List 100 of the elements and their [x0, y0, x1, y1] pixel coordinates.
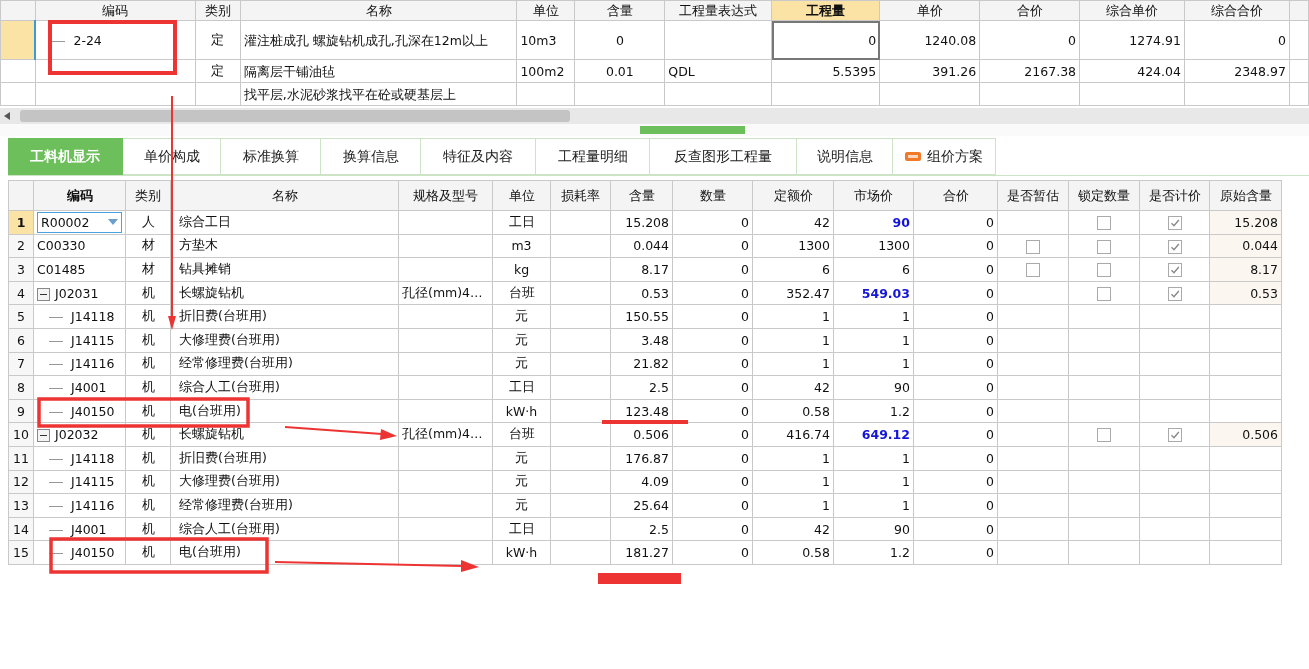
unit-cell: 工日 — [508, 520, 535, 536]
quantity-cell: 0 — [741, 474, 749, 490]
checkbox[interactable] — [1026, 263, 1040, 278]
checkbox[interactable] — [1167, 428, 1182, 443]
checkbox[interactable] — [1167, 286, 1182, 301]
checkbox[interactable] — [1167, 239, 1182, 254]
type-cell: 人 — [141, 213, 155, 229]
code-cell: J40150 — [71, 403, 115, 419]
tab[interactable]: 换算信息 — [321, 138, 421, 175]
name-cell: 综合工日 — [179, 213, 231, 229]
content-cell: 3.48 — [641, 332, 669, 348]
quantity-cell: 0 — [741, 332, 749, 348]
tab[interactable]: 组价方案 — [893, 138, 996, 175]
type-cell: 机 — [141, 308, 155, 324]
type-cell: 定 — [211, 62, 225, 78]
unit-cell: 元 — [515, 496, 528, 512]
checkbox[interactable] — [1097, 239, 1111, 254]
collapse-icon[interactable] — [37, 429, 50, 443]
content-cell: 21.82 — [633, 356, 669, 372]
name-cell: 灌注桩成孔 螺旋钻机成孔,孔深在12m以上 — [243, 32, 488, 48]
price-cell: 1240.08 — [924, 32, 977, 48]
market-price-cell: 1 — [902, 356, 910, 372]
code-cell: J14116 — [71, 497, 115, 513]
code-cell: J4001 — [71, 379, 107, 395]
name-cell: 折旧费(台班用) — [179, 449, 267, 465]
base-price-cell: 1300 — [798, 238, 830, 254]
scroll-left-icon[interactable] — [4, 112, 10, 120]
total-cell: 0 — [986, 262, 994, 277]
checkbox[interactable] — [1097, 428, 1111, 443]
content-cell: 2.5 — [649, 379, 669, 395]
content-cell: 181.27 — [625, 545, 669, 561]
row-indicator[interactable] — [0, 82, 36, 106]
column-header[interactable]: 名称 — [271, 187, 298, 203]
type-cell: 定 — [211, 31, 225, 47]
content-cell: 0.53 — [641, 285, 669, 301]
column-header[interactable]: 编码 — [102, 2, 129, 18]
total-cell: 0 — [986, 356, 994, 372]
unit-cell: kg — [513, 262, 530, 277]
spec-cell: 孔径(mm)4… — [402, 284, 483, 300]
column-header[interactable]: 名称 — [365, 2, 392, 18]
total-cell: 0 — [986, 379, 994, 395]
type-cell: 机 — [141, 331, 155, 347]
market-price-cell: 649.12 — [861, 427, 910, 443]
name-cell: 经常修理费(台班用) — [179, 496, 293, 512]
tab[interactable]: 特征及内容 — [421, 138, 536, 175]
name-cell: 长螺旋钻机 — [179, 284, 244, 300]
total-cell: 0 — [986, 403, 994, 419]
market-price-cell: 90 — [894, 521, 910, 537]
total-cell: 0 — [986, 285, 994, 301]
market-price-cell: 1 — [902, 332, 910, 348]
column-header[interactable]: 编码 — [66, 187, 93, 203]
unit-cell: 元 — [515, 331, 528, 347]
row-indicator[interactable] — [0, 20, 36, 60]
checkbox[interactable] — [1097, 216, 1111, 231]
type-cell: 机 — [141, 378, 155, 394]
quantity-cell: 0 — [741, 545, 749, 561]
checkbox[interactable] — [1097, 286, 1111, 301]
splitter-handle[interactable] — [640, 126, 745, 134]
name-cell: 大修理费(台班用) — [179, 473, 280, 489]
checkbox[interactable] — [1167, 263, 1182, 278]
market-price-cell: 1 — [902, 450, 910, 466]
column-header[interactable]: 数量 — [699, 187, 726, 203]
row-number: 2 — [17, 238, 25, 254]
quantity-cell: 0 — [741, 379, 749, 395]
scrollbar-thumb[interactable] — [20, 110, 570, 122]
content-cell: 4.09 — [641, 474, 669, 490]
row-number: 4 — [17, 285, 25, 301]
total-cell: 0 — [986, 238, 994, 254]
tab[interactable]: 反查图形工程量 — [650, 138, 797, 175]
quantity-field[interactable]: 0 — [771, 20, 880, 60]
name-cell: 大修理费(台班用) — [179, 331, 280, 347]
collapse-icon[interactable] — [37, 287, 50, 301]
code-dropdown[interactable]: R00002 — [37, 211, 122, 233]
market-price-cell: 90 — [892, 214, 910, 230]
base-price-cell: 0.58 — [802, 545, 830, 561]
market-price-cell: 1 — [902, 474, 910, 490]
row-number: 6 — [17, 332, 25, 348]
tab[interactable]: 标准换算 — [221, 138, 321, 175]
row-indicator[interactable] — [0, 59, 36, 83]
original-content-cell: 8.17 — [1250, 262, 1278, 277]
code-cell: J02031 — [55, 285, 99, 301]
base-price-cell: 1 — [822, 497, 830, 513]
market-price-cell: 1 — [902, 309, 910, 325]
code-cell: J14118 — [71, 450, 115, 466]
content-cell: 176.87 — [625, 450, 669, 466]
column-header[interactable]: 合价 — [942, 187, 969, 203]
name-cell: 电(台班用) — [179, 402, 241, 418]
total-cell: 0 — [986, 309, 994, 325]
type-cell: 机 — [141, 496, 155, 512]
checkbox[interactable] — [1097, 263, 1111, 278]
tab[interactable]: 工程量明细 — [536, 138, 650, 175]
checkbox[interactable] — [1026, 239, 1040, 254]
row-number: 14 — [13, 521, 29, 537]
unit-cell: 10m3 — [520, 32, 557, 48]
name-cell: 电(台班用) — [179, 544, 241, 560]
scrollbar[interactable] — [0, 108, 1309, 124]
checkbox[interactable] — [1167, 216, 1182, 231]
quantity-cell: 0 — [741, 450, 749, 466]
tab[interactable]: 说明信息 — [797, 138, 893, 175]
new-badge-icon — [905, 152, 921, 161]
